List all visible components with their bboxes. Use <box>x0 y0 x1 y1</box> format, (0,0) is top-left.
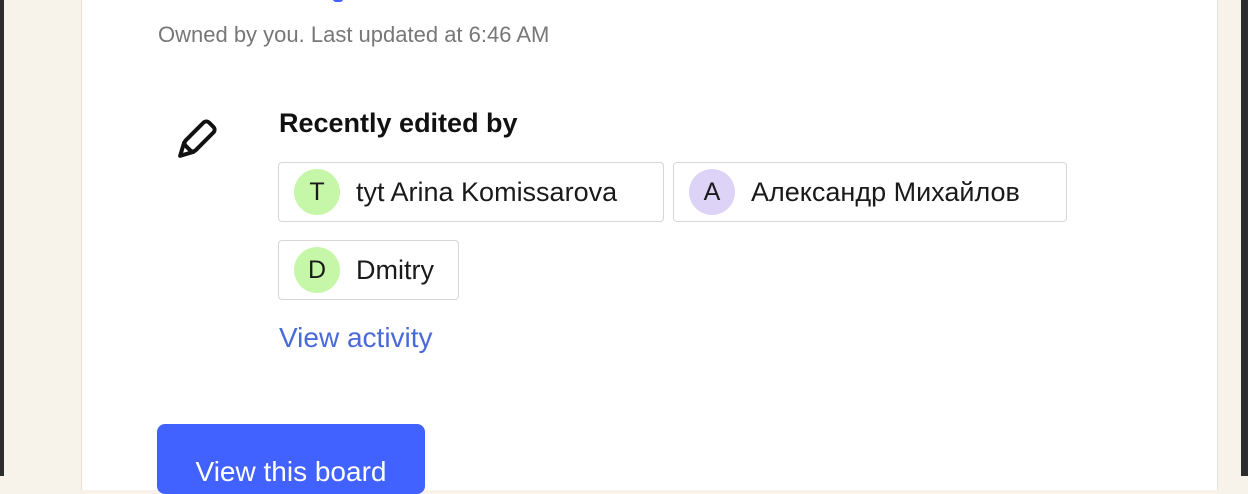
pencil-icon <box>170 116 220 166</box>
editor-name: tyt Arina Komissarova <box>356 176 618 207</box>
window-frame-right <box>1241 0 1248 476</box>
avatar: T <box>294 169 340 215</box>
view-activity-link[interactable]: View activity <box>279 322 433 354</box>
window-frame-left <box>0 0 4 476</box>
avatar: D <box>294 247 340 293</box>
editor-chip[interactable]: D Dmitry <box>278 240 459 300</box>
recently-edited-heading: Recently edited by <box>279 108 518 138</box>
board-owner-info: Owned by you. Last updated at 6:46 AM <box>158 22 550 47</box>
editor-chip[interactable]: A Александр Михайлов <box>673 162 1067 222</box>
view-board-button[interactable]: View this board <box>157 424 425 494</box>
editor-name: Dmitry <box>356 254 434 285</box>
editor-name: Александр Михайлов <box>751 176 1020 207</box>
avatar: A <box>689 169 735 215</box>
board-info-card <box>81 0 1218 490</box>
editor-chip[interactable]: T tyt Arina Komissarova <box>278 162 664 222</box>
